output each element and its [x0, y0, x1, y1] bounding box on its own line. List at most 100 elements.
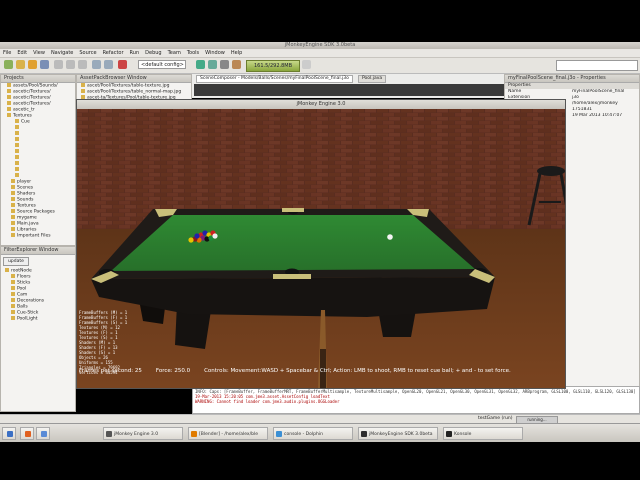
scene-node-label: rootNode: [11, 268, 32, 274]
menu-debug[interactable]: Debug: [142, 49, 164, 57]
cut-icon[interactable]: [54, 60, 63, 69]
scene-composer-viewport[interactable]: [194, 84, 504, 96]
new-project-icon[interactable]: [16, 60, 25, 69]
task-blender[interactable]: [Blender] - /home/alex/ble: [188, 427, 268, 440]
scene-node-label: Balls: [17, 304, 28, 310]
status-run-target[interactable]: testGame (run): [478, 416, 513, 421]
property-value: 19 Mar 2013 10:47:07: [572, 113, 623, 118]
window-titlebar: jMonkeyEngine SDK 3.0beta: [0, 42, 640, 49]
task-jme-window[interactable]: jMonkey Engine 3.0: [103, 427, 183, 440]
menu-tools[interactable]: Tools: [184, 49, 202, 57]
tab-scene-composer[interactable]: SceneComposer - Models/Balls/Scenes/myFi…: [196, 75, 353, 83]
projects-panel: Projects assets/Pool/Sounds/ascetic/Text…: [0, 74, 76, 246]
pool-table-scene[interactable]: [77, 109, 565, 388]
projects-panel-title: Projects: [1, 75, 75, 83]
menu-source[interactable]: Source: [76, 49, 99, 57]
paste-icon[interactable]: [78, 60, 87, 69]
start-menu-button[interactable]: [2, 427, 16, 440]
projects-tree[interactable]: assets/Pool/Sounds/ascetic/Textures/asce…: [1, 83, 75, 239]
project-tree-label: Cue: [21, 119, 30, 125]
menu-edit[interactable]: Edit: [14, 49, 30, 57]
menu-refactor[interactable]: Refactor: [100, 49, 127, 57]
output-console[interactable]: INFO: Caps: [FrameBuffer, FrameBufferMRT…: [192, 386, 640, 414]
new-file-icon[interactable]: [4, 60, 13, 69]
folder-icon: [11, 197, 15, 201]
run-project-icon[interactable]: [196, 60, 205, 69]
folder-icon: [11, 191, 15, 195]
folder-icon: [11, 227, 15, 231]
stop-icon[interactable]: [118, 60, 127, 69]
screen-top-border: [0, 0, 640, 42]
project-tree-label: Shaders: [17, 191, 36, 197]
profile-icon[interactable]: [220, 60, 229, 69]
properties-title: myFinalPoolScene_final.j3o - Properties: [505, 75, 639, 83]
task-konsole[interactable]: Konsole: [443, 427, 523, 440]
folder-icon: [7, 113, 11, 117]
menu-navigate[interactable]: Navigate: [48, 49, 76, 57]
folder-icon: [15, 143, 19, 147]
project-tree-label: Source Packages: [17, 209, 55, 215]
quick-search-input[interactable]: [556, 60, 638, 71]
launcher-browser[interactable]: [20, 427, 34, 440]
scene-node-label: Decorations: [17, 298, 45, 304]
project-tree-label: Important Files: [17, 233, 51, 239]
project-tree-label: Main.java: [17, 221, 39, 227]
launcher-files[interactable]: [36, 427, 50, 440]
project-tree-label: ascetic_tr: [13, 107, 35, 113]
editor-tab-strip: SceneComposer - Models/Balls/Scenes/myFi…: [192, 74, 506, 98]
menu-bar: File Edit View Navigate Source Refactor Run Deb…: [0, 49, 640, 58]
debug-project-icon[interactable]: [208, 60, 217, 69]
game-hud: Frames per second: 25 Force: 250.0 Control…: [79, 368, 525, 374]
folder-icon: [81, 89, 85, 93]
task-dolphin[interactable]: console - Dolphin: [273, 427, 353, 440]
scene-node-label: Cam: [17, 292, 28, 298]
tab-pool-java[interactable]: Pool.java: [358, 75, 387, 83]
update-button[interactable]: update: [3, 257, 29, 266]
folder-icon: [15, 125, 19, 129]
folder-icon: [11, 233, 15, 237]
project-tree-label: mygame: [17, 215, 37, 221]
folder-icon: [11, 215, 15, 219]
folder-icon: [81, 83, 85, 87]
folder-icon: [7, 107, 11, 111]
folder-icon: [11, 316, 15, 320]
scene-node-tree[interactable]: rootNode Floors Sticks Pool Cam Decorations Ba…: [1, 268, 75, 322]
gc-icon[interactable]: [302, 60, 311, 69]
menu-view[interactable]: View: [30, 49, 48, 57]
table-felt: [111, 215, 475, 271]
undo-icon[interactable]: [92, 60, 101, 69]
task-jme-sdk[interactable]: jMonkeyEngine SDK 3.0beta: [358, 427, 438, 440]
save-all-icon[interactable]: [40, 60, 49, 69]
build-icon[interactable]: [232, 60, 241, 69]
menu-window[interactable]: Window: [202, 49, 228, 57]
folder-icon: [11, 286, 15, 290]
memory-indicator[interactable]: 161.5/292.8MB: [246, 60, 300, 72]
menu-run[interactable]: Run: [127, 49, 143, 57]
folder-icon: [7, 89, 11, 93]
folder-icon: [11, 304, 15, 308]
project-tree-label: Scenes: [17, 185, 34, 191]
folder-icon: [7, 95, 11, 99]
folder-icon: [11, 221, 15, 225]
folder-icon: [15, 137, 19, 141]
scene-node-row[interactable]: PoolLight: [1, 316, 75, 322]
scene-node-label: PoolLight: [17, 316, 38, 322]
menu-file[interactable]: File: [0, 49, 14, 57]
run-config-select[interactable]: <default config>: [138, 60, 186, 69]
scene-node-label: Pool: [17, 286, 27, 292]
redo-icon[interactable]: [104, 60, 113, 69]
menu-help[interactable]: Help: [228, 49, 245, 57]
main-toolbar: [0, 58, 640, 74]
project-tree-row[interactable]: Important Files: [1, 233, 75, 239]
project-tree-label: player: [17, 179, 32, 185]
copy-icon[interactable]: [66, 60, 75, 69]
output-line: WARNING: Cannot find loader com.jme3.aud…: [195, 399, 340, 404]
open-project-icon[interactable]: [28, 60, 37, 69]
menu-team[interactable]: Team: [165, 49, 184, 57]
jme-game-window[interactable]: jMonkey Engine 3.0 FrameBuffers (M) = 1 …: [76, 99, 566, 389]
filter-explorer-panel: FilterExplorer Window update rootNode Flo…: [0, 246, 76, 412]
project-tree-label: Textures: [13, 113, 32, 119]
folder-icon: [15, 167, 19, 171]
folder-icon: [11, 292, 15, 296]
controls-help: Controls: Movement:WASD + Spacebar & Ctr…: [204, 368, 511, 374]
